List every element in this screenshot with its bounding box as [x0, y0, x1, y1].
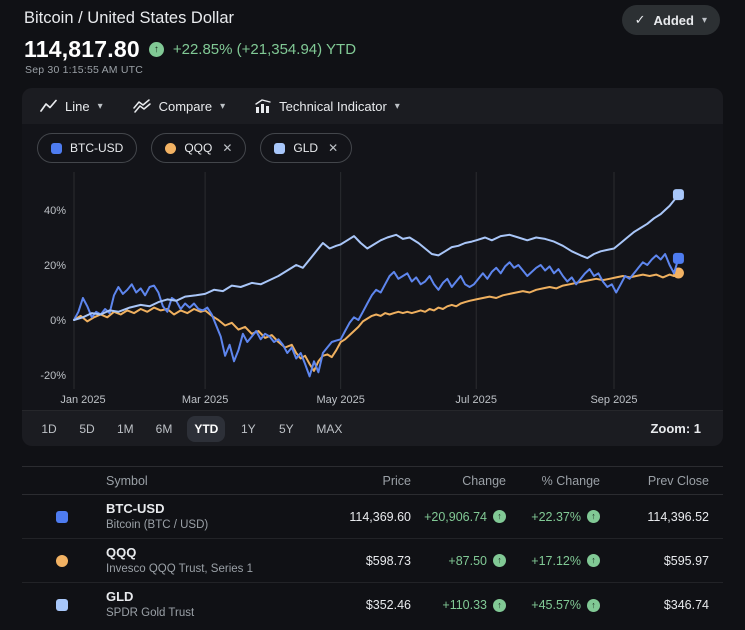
line-chart-icon — [40, 99, 57, 113]
time-range-1m[interactable]: 1M — [110, 416, 141, 442]
chart-toolbar: Line ▾ Compare ▾ Technical Indicator ▾ — [22, 88, 723, 124]
symbol-ticker: GLD — [106, 588, 311, 606]
prev-close-cell: $595.97 — [600, 554, 709, 568]
y-tick-label: 0% — [50, 315, 66, 327]
time-range-1y[interactable]: 1Y — [233, 416, 263, 442]
prev-close-cell: 114,396.52 — [600, 510, 709, 524]
time-range-1d[interactable]: 1D — [34, 416, 64, 442]
chip-btc-usd[interactable]: BTC-USD — [37, 133, 137, 163]
symbol-ticker: BTC-USD — [106, 500, 311, 518]
up-arrow-badge-icon: ↑ — [587, 510, 600, 523]
col-prev-close: Prev Close — [600, 474, 709, 488]
added-button-label: Added — [654, 13, 694, 28]
up-arrow-badge-icon: ↑ — [493, 599, 506, 612]
chevron-down-icon: ▾ — [702, 15, 707, 26]
qqq-series-marker — [165, 143, 176, 154]
price-cell: 114,369.60 — [311, 510, 411, 524]
price-row: 114,817.80 ↑ +22.85% (+21,354.94) YTD — [24, 36, 356, 63]
chevron-down-icon: ▾ — [395, 101, 400, 112]
symbol-full-name: SPDR Gold Trust — [106, 606, 311, 622]
chip-label: GLD — [293, 141, 318, 155]
x-tick-label: Mar 2025 — [182, 394, 228, 406]
time-range-max[interactable]: MAX — [309, 416, 349, 442]
comparison-chips: BTC-USD QQQ ✕ GLD ✕ — [22, 124, 723, 163]
chart-panel: Line ▾ Compare ▾ Technical Indicator ▾ — [22, 88, 723, 446]
price-change-ytd: +22.85% (+21,354.94) YTD — [173, 41, 356, 58]
quote-table: Symbol Price Change % Change Prev Close … — [22, 466, 723, 627]
symbol-ticker: QQQ — [106, 544, 311, 562]
y-tick-label: -20% — [40, 370, 66, 382]
btc-series-marker — [51, 143, 62, 154]
quote-timestamp: Sep 30 1:15:55 AM UTC — [25, 64, 143, 76]
technical-indicator-menu[interactable]: Technical Indicator ▾ — [255, 99, 400, 114]
price-chart[interactable]: Jan 2025 Mar 2025 May 2025 Jul 2025 Sep 2025… — [22, 168, 722, 408]
y-tick-label: 20% — [44, 260, 66, 272]
table-row-btc-usd[interactable]: BTC-USD Bitcoin (BTC / USD) 114,369.60 +… — [22, 495, 723, 539]
time-range-6m[interactable]: 6M — [149, 416, 180, 442]
chip-close-icon[interactable]: ✕ — [222, 141, 232, 155]
x-tick-label: Sep 2025 — [590, 394, 637, 406]
col-price: Price — [311, 474, 411, 488]
change-cell: +110.33↑ — [411, 598, 506, 612]
symbol-full-name: Invesco QQQ Trust, Series 1 — [106, 562, 311, 578]
price-cell: $352.46 — [311, 598, 411, 612]
time-range-ytd[interactable]: YTD — [187, 416, 225, 442]
series-end-marker-btc-usd — [673, 253, 684, 264]
time-range-5d[interactable]: 5D — [72, 416, 102, 442]
series-end-marker-gld — [673, 189, 684, 200]
x-tick-label: Jul 2025 — [455, 394, 497, 406]
qqq-series-marker — [56, 555, 68, 567]
up-arrow-badge-icon: ↑ — [587, 554, 600, 567]
pct-change-cell: +22.37%↑ — [506, 510, 600, 524]
compare-icon — [133, 99, 151, 113]
chart-type-line-menu[interactable]: Line ▾ — [40, 99, 103, 114]
table-row-gld[interactable]: GLD SPDR Gold Trust $352.46 +110.33↑ +45… — [22, 583, 723, 627]
x-tick-label: Jan 2025 — [60, 394, 105, 406]
up-arrow-badge-icon: ↑ — [587, 599, 600, 612]
chip-label: BTC-USD — [70, 141, 123, 155]
page-title: Bitcoin / United States Dollar — [24, 9, 234, 28]
price-cell: $598.73 — [311, 554, 411, 568]
series-line-qqq — [74, 273, 678, 371]
prev-close-cell: $346.74 — [600, 598, 709, 612]
chip-label: QQQ — [184, 141, 212, 155]
btc-series-marker — [56, 511, 68, 523]
col-change: Change — [411, 474, 506, 488]
chevron-down-icon: ▾ — [220, 101, 225, 112]
time-range-5y[interactable]: 5Y — [271, 416, 301, 442]
x-tick-label: May 2025 — [317, 394, 365, 406]
gld-series-marker — [56, 599, 68, 611]
chip-gld[interactable]: GLD ✕ — [260, 133, 352, 163]
col-pct-change: % Change — [506, 474, 600, 488]
col-symbol: Symbol — [106, 474, 311, 488]
change-cell: +20,906.74↑ — [411, 510, 506, 524]
series-line-gld — [74, 195, 678, 320]
up-arrow-badge-icon: ↑ — [493, 554, 506, 567]
compare-menu-label: Compare — [159, 99, 212, 114]
chevron-down-icon: ▾ — [98, 101, 103, 112]
table-header: Symbol Price Change % Change Prev Close — [22, 466, 723, 495]
compare-menu[interactable]: Compare ▾ — [133, 99, 226, 114]
up-arrow-badge-icon: ↑ — [149, 42, 164, 57]
gld-series-marker — [274, 143, 285, 154]
line-menu-label: Line — [65, 99, 90, 114]
chip-close-icon[interactable]: ✕ — [328, 141, 338, 155]
pct-change-cell: +17.12%↑ — [506, 554, 600, 568]
table-row-qqq[interactable]: QQQ Invesco QQQ Trust, Series 1 $598.73 … — [22, 539, 723, 583]
symbol-full-name: Bitcoin (BTC / USD) — [106, 518, 311, 534]
chip-qqq[interactable]: QQQ ✕ — [151, 133, 246, 163]
time-range-bar: 1D 5D 1M 6M YTD 1Y 5Y MAX Zoom: 1 — [22, 410, 723, 446]
pct-change-cell: +45.57%↑ — [506, 598, 600, 612]
added-watchlist-button[interactable]: ✓ Added ▾ — [622, 5, 720, 35]
chart-area: BTC-USD QQQ ✕ GLD ✕ Jan 2025 Mar 2025 May … — [22, 124, 723, 410]
zoom-level-indicator: Zoom: 1 — [650, 421, 701, 436]
technical-indicator-label: Technical Indicator — [279, 99, 387, 114]
check-icon: ✓ — [635, 12, 646, 28]
technical-indicator-icon — [255, 99, 271, 113]
change-cell: +87.50↑ — [411, 554, 506, 568]
current-price: 114,817.80 — [24, 36, 140, 63]
up-arrow-badge-icon: ↑ — [493, 510, 506, 523]
y-tick-label: 40% — [44, 205, 66, 217]
